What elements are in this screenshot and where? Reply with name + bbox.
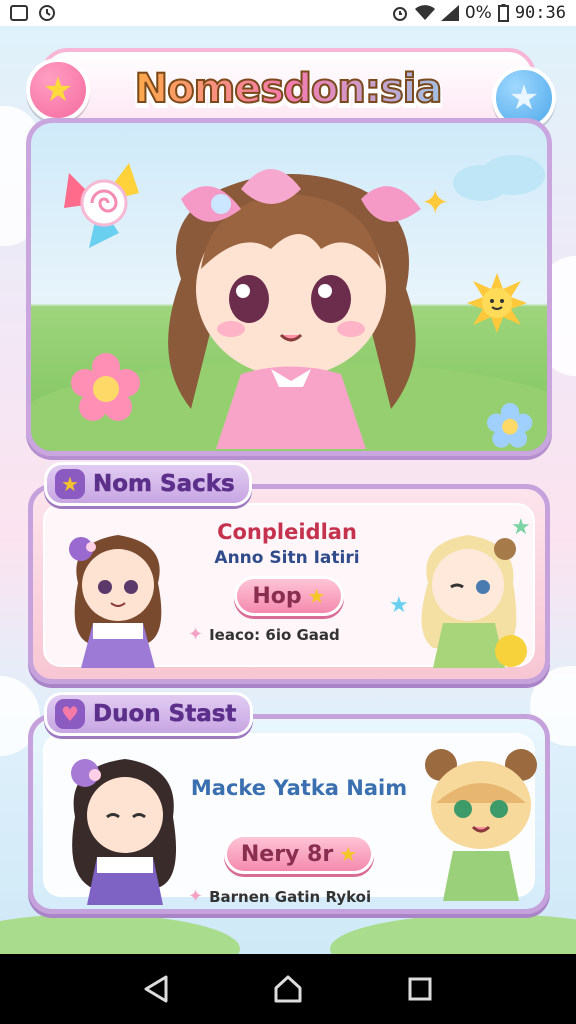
section1-subtitle: Anno Sitn Iatiri bbox=[214, 548, 360, 568]
star-icon: ★ bbox=[307, 584, 326, 608]
game-screen: Nomesdon:sia Nomesdon:sia ★ ★ ✦ bbox=[0, 26, 576, 954]
play-button[interactable]: Nery 8r ★ bbox=[224, 834, 374, 874]
flower-icon bbox=[487, 403, 533, 448]
section2-tab-label: Duon Stast bbox=[93, 701, 237, 728]
chibi-girl-character bbox=[168, 169, 421, 449]
sparkle-icon: ★ bbox=[511, 515, 531, 540]
hop-button[interactable]: Hop ★ bbox=[234, 576, 344, 616]
section2-footer: ✦ Barnen Gatin Rykoi bbox=[188, 886, 371, 907]
sparkle-icon: ✦ bbox=[188, 624, 204, 645]
chibi-bear-character bbox=[425, 749, 537, 901]
back-icon bbox=[144, 975, 168, 1003]
star-icon: ★ bbox=[339, 842, 358, 866]
star-icon: ★ bbox=[508, 78, 540, 118]
back-button[interactable] bbox=[136, 969, 176, 1009]
photo-icon bbox=[10, 5, 28, 21]
status-bar: 0% 90:36 bbox=[0, 0, 576, 26]
home-icon bbox=[274, 975, 302, 1003]
star-icon: ★ bbox=[42, 70, 74, 110]
status-right: 0% 90:36 bbox=[391, 3, 566, 23]
navigation-bar bbox=[0, 954, 576, 1024]
recents-button[interactable] bbox=[400, 969, 440, 1009]
section1-footer-text: Ieaco: 6io Gaad bbox=[209, 625, 340, 644]
alarm-icon bbox=[392, 7, 407, 21]
chibi-girl-dark-hair-character bbox=[71, 759, 177, 905]
play-button-label: Nery 8r bbox=[240, 841, 334, 867]
section1-footer: ✦ Ieaco: 6io Gaad bbox=[188, 624, 340, 645]
sparkle-icon: ★ bbox=[389, 593, 409, 618]
cloud-icon bbox=[453, 155, 545, 201]
game-title: Nomesdon:sia bbox=[96, 65, 480, 113]
favorites-button[interactable]: ★ bbox=[26, 58, 90, 122]
sun-icon bbox=[467, 273, 527, 333]
hill bbox=[0, 914, 240, 954]
heart-icon: ♥ bbox=[55, 699, 85, 729]
recents-icon bbox=[408, 977, 432, 1001]
section1-tab[interactable]: ★ Nom Sacks bbox=[44, 462, 252, 506]
section1-tab-label: Nom Sacks bbox=[93, 471, 235, 498]
clock-icon bbox=[39, 5, 55, 21]
status-left bbox=[10, 4, 56, 22]
battery-percent: 0% bbox=[464, 3, 492, 23]
hero-illustration: ✦ bbox=[26, 118, 552, 456]
hop-button-label: Hop bbox=[252, 583, 302, 609]
chibi-girl-purple-character bbox=[69, 535, 162, 668]
star-icon: ★ bbox=[55, 469, 85, 499]
chibi-blonde-character bbox=[421, 535, 527, 668]
signal-icon bbox=[440, 5, 459, 21]
section2-footer-text: Barnen Gatin Rykoi bbox=[209, 887, 372, 906]
hill bbox=[330, 914, 576, 954]
section-card-2 bbox=[28, 714, 550, 914]
clock-time: 90:36 bbox=[514, 3, 566, 23]
home-button[interactable] bbox=[268, 969, 308, 1009]
section2-tab[interactable]: ♥ Duon Stast bbox=[44, 692, 254, 736]
wifi-icon bbox=[414, 5, 435, 20]
section2-title: Macke Yatka Naim bbox=[190, 776, 408, 800]
battery-icon bbox=[497, 4, 509, 22]
sparkle-icon: ✦ bbox=[188, 886, 204, 907]
section1-title: Conpleidlan bbox=[217, 520, 357, 544]
